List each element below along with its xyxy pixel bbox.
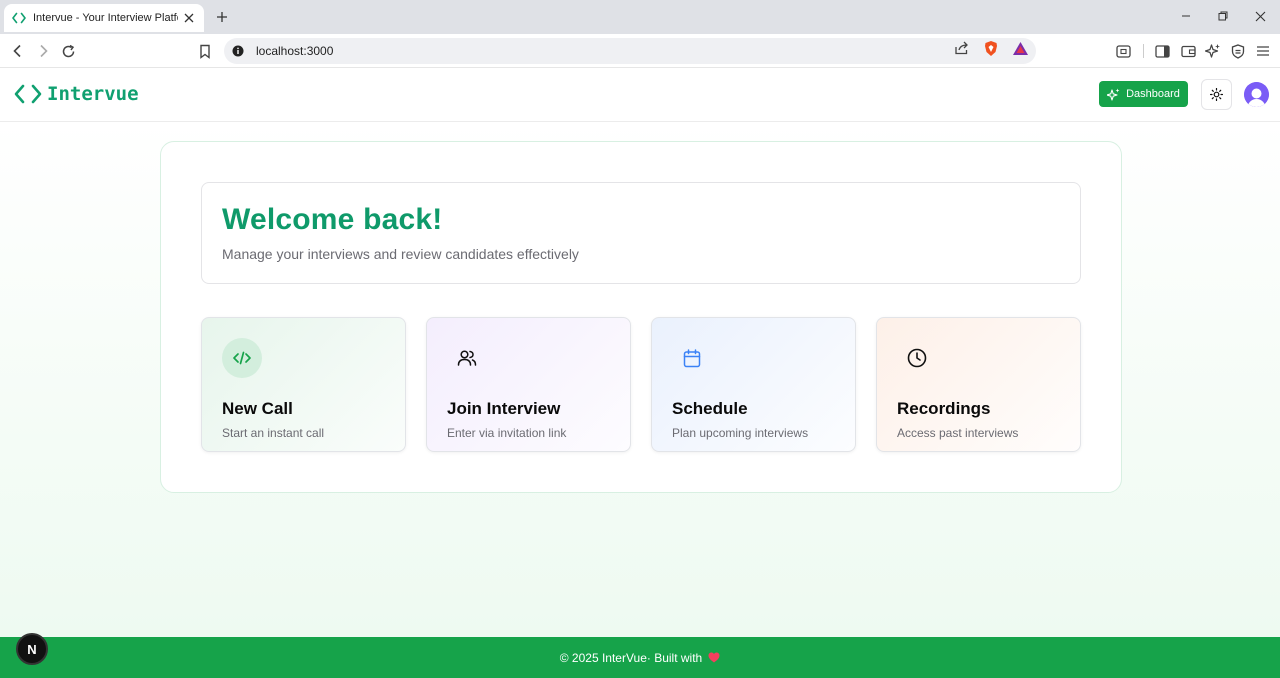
- toolbar-separator: [1143, 44, 1144, 58]
- heart-icon: [708, 652, 720, 664]
- sun-icon: [1210, 88, 1223, 101]
- minimize-icon[interactable]: [1176, 6, 1196, 26]
- code-brackets-icon: [12, 11, 26, 25]
- browser-tab[interactable]: Intervue - Your Interview Platform: [4, 4, 204, 32]
- calendar-icon: [672, 338, 712, 378]
- welcome-card: Welcome back! Manage your interviews and…: [201, 182, 1081, 284]
- user-avatar[interactable]: [1244, 82, 1269, 107]
- welcome-subtitle: Manage your interviews and review candid…: [222, 246, 579, 262]
- users-icon: [447, 338, 487, 378]
- screenshot-icon[interactable]: [1113, 41, 1133, 61]
- dashboard-label: Dashboard: [1126, 88, 1180, 100]
- forward-icon[interactable]: [33, 41, 53, 61]
- card-subtitle: Enter via invitation link: [447, 426, 567, 440]
- tab-title: Intervue - Your Interview Platform: [33, 12, 178, 24]
- card-title: Join Interview: [447, 399, 561, 418]
- main-content: Welcome back! Manage your interviews and…: [0, 122, 1280, 637]
- brave-shield-icon[interactable]: [982, 39, 1000, 57]
- url-text: localhost:3000: [256, 44, 334, 58]
- logo-text: Intervue: [47, 83, 139, 105]
- dev-tools-badge[interactable]: N: [16, 633, 48, 665]
- address-bar[interactable]: localhost:3000: [224, 38, 1036, 64]
- code-brackets-icon: [14, 82, 42, 106]
- clock-icon: [897, 338, 937, 378]
- reload-icon[interactable]: [58, 41, 78, 61]
- sidebar-icon[interactable]: [1152, 41, 1172, 61]
- schedule-card[interactable]: Schedule Plan upcoming interviews: [651, 317, 856, 452]
- card-title: Recordings: [897, 399, 991, 418]
- welcome-title: Welcome back!: [222, 203, 443, 236]
- home-panel: Welcome back! Manage your interviews and…: [160, 141, 1122, 493]
- site-footer: © 2025 InterVue· Built with: [0, 637, 1280, 678]
- theme-toggle-button[interactable]: [1201, 79, 1232, 110]
- vpn-shield-icon[interactable]: [1228, 41, 1248, 61]
- share-icon[interactable]: [952, 39, 970, 57]
- footer-text: © 2025 InterVue· Built with: [559, 650, 703, 665]
- card-subtitle: Access past interviews: [897, 426, 1019, 440]
- rewards-triangle-icon[interactable]: [1011, 39, 1029, 57]
- browser-tab-strip: Intervue - Your Interview Platform: [0, 0, 1280, 34]
- card-title: Schedule: [672, 399, 748, 418]
- close-icon[interactable]: [182, 11, 196, 25]
- code-icon: [222, 338, 262, 378]
- join-interview-card[interactable]: Join Interview Enter via invitation link: [426, 317, 631, 452]
- card-subtitle: Plan upcoming interviews: [672, 426, 809, 440]
- restore-icon[interactable]: [1213, 6, 1233, 26]
- site-info-icon[interactable]: [232, 45, 244, 57]
- sparkles-icon: [1107, 88, 1120, 101]
- menu-icon[interactable]: [1253, 41, 1273, 61]
- bookmark-icon[interactable]: [195, 41, 215, 61]
- ai-sparkle-icon[interactable]: [1203, 41, 1223, 61]
- new-tab-plus-icon[interactable]: [212, 8, 232, 26]
- wallet-icon[interactable]: [1178, 41, 1198, 61]
- browser-toolbar: localhost:3000: [0, 34, 1280, 68]
- app-logo[interactable]: Intervue: [14, 82, 139, 106]
- card-subtitle: Start an instant call: [222, 426, 325, 440]
- new-call-card[interactable]: New Call Start an instant call: [201, 317, 406, 452]
- app-header: Intervue Dashboard: [0, 68, 1280, 122]
- dashboard-button[interactable]: Dashboard: [1099, 81, 1188, 107]
- recordings-card[interactable]: Recordings Access past interviews: [876, 317, 1081, 452]
- back-icon[interactable]: [8, 41, 28, 61]
- window-close-icon[interactable]: [1250, 6, 1270, 26]
- card-title: New Call: [222, 399, 293, 418]
